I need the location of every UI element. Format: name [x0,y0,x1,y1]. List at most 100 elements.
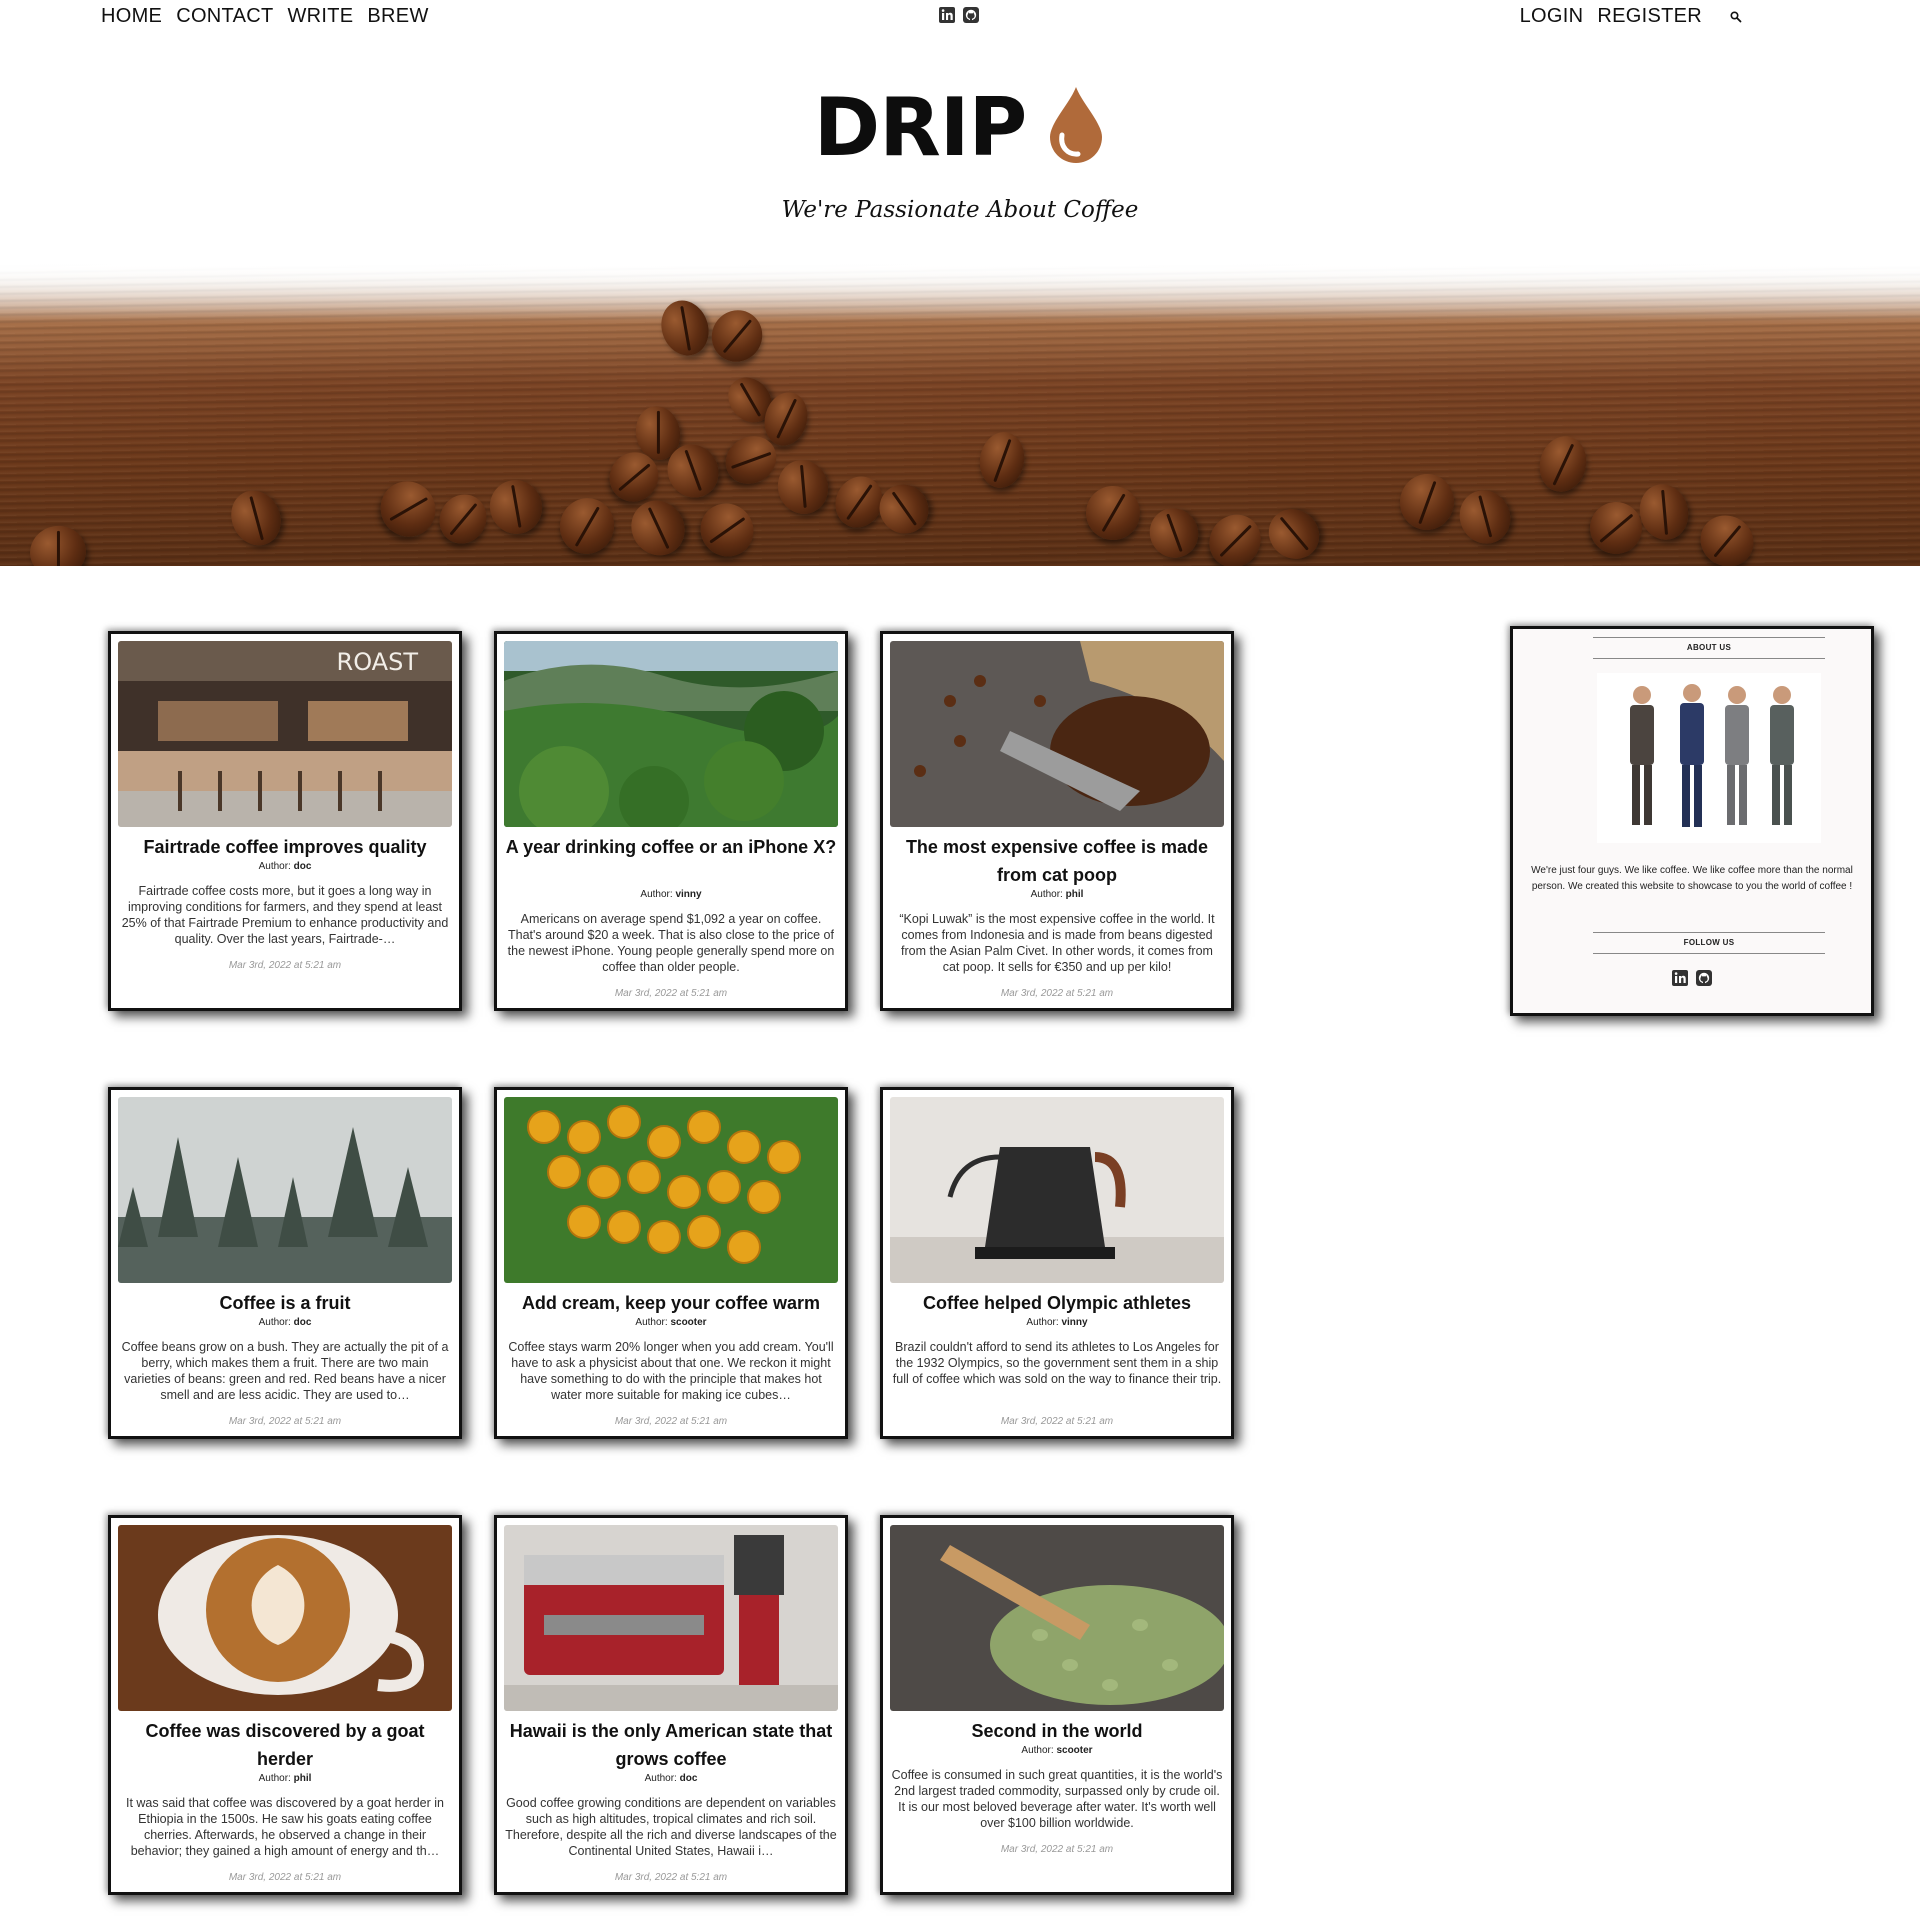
post-author: Author: phil [891,889,1223,900]
post-date: Mar 3rd, 2022 at 5:21 am [614,1872,728,1883]
site-tagline: We're Passionate About Coffee [781,197,1139,223]
author-name: phil [293,1773,312,1784]
author-name: scooter [1056,1745,1093,1756]
author-name: vinny [1061,1317,1088,1328]
post-image-coffee-plantation [504,641,838,827]
hero-fade [0,264,1920,324]
linkedin-icon[interactable] [938,6,956,24]
post-author: Author: vinny [891,1317,1223,1328]
author-label: Author: [644,1773,677,1784]
post-card[interactable]: The most expensive coffee is made from c… [880,631,1234,1011]
post-author: Author: doc [119,861,451,872]
post-image-espresso-machine [504,1525,838,1711]
post-excerpt: Fairtrade coffee costs more, but it goes… [121,884,449,946]
author-name: phil [1065,889,1084,900]
post-title[interactable]: Coffee helped Olympic athletes [891,1289,1223,1317]
author-label: Author: [258,1317,291,1328]
coffee-bean [869,474,939,544]
post-image-beans-scoop [890,641,1224,827]
linkedin-icon[interactable] [1671,969,1689,987]
search-icon[interactable] [1728,9,1744,25]
github-icon[interactable] [962,6,980,24]
top-navbar: HOME CONTACT WRITE BREW LOGIN REGISTER [0,0,1920,36]
post-image-green-beans [890,1525,1224,1711]
nav-home[interactable]: HOME [101,5,162,28]
post-title[interactable]: Coffee was discovered by a goat herder [119,1717,451,1773]
nav-contact[interactable]: CONTACT [176,5,273,28]
post-title[interactable]: Second in the world [891,1717,1223,1745]
author-label: Author: [1030,889,1063,900]
coffee-bean [1533,431,1593,497]
post-card[interactable]: Coffee was discovered by a goat herder A… [108,1515,462,1895]
nav-brew[interactable]: BREW [367,5,428,28]
post-date: Mar 3rd, 2022 at 5:21 am [228,1872,342,1883]
post-card[interactable]: Second in the world Author: scooter Coff… [880,1515,1234,1895]
author-label: Author: [640,889,673,900]
post-title[interactable]: Coffee is a fruit [119,1289,451,1317]
coffee-bean [369,470,447,548]
post-author: Author: doc [119,1317,451,1328]
author-label: Author: [258,861,291,872]
author-name: doc [293,861,312,872]
site-header: DRIP [0,81,1920,174]
post-title[interactable]: A year drinking coffee or an iPhone X? [505,833,837,861]
coffee-bean [1199,504,1271,566]
post-image-latte-art [118,1525,452,1711]
post-excerpt: Coffee is consumed in such great quantit… [891,1768,1223,1830]
coffee-bean [1140,499,1208,566]
author-name: scooter [670,1317,707,1328]
post-date: Mar 3rd, 2022 at 5:21 am [614,1416,728,1427]
post-excerpt: Brazil couldn't afford to send its athle… [892,1340,1222,1386]
post-author: Author: doc [505,1773,837,1784]
post-date: Mar 3rd, 2022 at 5:21 am [228,1416,342,1427]
coffee-bean [1691,505,1763,566]
post-card[interactable]: ROAST Fairtrade coffee improves quality … [108,631,462,1011]
coffee-bean [430,485,496,553]
author-name: vinny [675,889,702,900]
post-card[interactable]: Hawaii is the only American state that g… [494,1515,848,1895]
post-date: Mar 3rd, 2022 at 5:21 am [1000,1416,1114,1427]
post-card[interactable]: A year drinking coffee or an iPhone X? A… [494,631,848,1011]
post-excerpt: Coffee stays warm 20% longer when you ad… [508,1340,834,1402]
post-title[interactable]: Hawaii is the only American state that g… [505,1717,837,1773]
github-icon[interactable] [1695,969,1713,987]
about-team-image [1597,673,1821,843]
author-label: Author: [1021,1745,1054,1756]
coffee-bean [482,472,550,542]
author-name: doc [293,1317,312,1328]
account-nav: LOGIN REGISTER [1520,5,1744,28]
coffee-bean [1450,481,1520,553]
coffee-bean [1078,478,1148,548]
coffee-drop-icon [1046,85,1106,165]
post-author: Author: scooter [891,1745,1223,1756]
logo[interactable]: DRIP [813,81,1106,174]
nav-register[interactable]: REGISTER [1597,5,1702,28]
post-author: Author: scooter [505,1317,837,1328]
post-title[interactable]: Add cream, keep your coffee warm [505,1289,837,1317]
post-card[interactable]: Add cream, keep your coffee warm Author:… [494,1087,848,1439]
about-text: We're just four guys. We like coffee. We… [1531,865,1853,892]
post-image-coffee-cherries [504,1097,838,1283]
coffee-bean [25,521,91,566]
coffee-bean [552,490,622,562]
post-date: Mar 3rd, 2022 at 5:21 am [228,960,342,971]
coffee-bean [689,492,765,566]
nav-write[interactable]: WRITE [287,5,353,28]
author-name: doc [679,1773,698,1784]
post-excerpt: Good coffee growing conditions are depen… [505,1796,837,1858]
post-card[interactable]: Coffee helped Olympic athletes Author: v… [880,1087,1234,1439]
post-title[interactable]: Fairtrade coffee improves quality [119,833,451,861]
author-label: Author: [635,1317,668,1328]
post-card[interactable]: Coffee is a fruit Author: doc Coffee bea… [108,1087,462,1439]
author-label: Author: [1026,1317,1059,1328]
post-image-kettle [890,1097,1224,1283]
coffee-bean [975,428,1029,492]
post-title[interactable]: The most expensive coffee is made from c… [891,833,1223,889]
hero-banner-coffee-beans [0,264,1920,566]
nav-login[interactable]: LOGIN [1520,5,1584,28]
sidebar-about: ABOUT US We're just four guys. We like c… [1510,626,1874,1016]
post-excerpt: “Kopi Luwak” is the most expensive coffe… [899,912,1215,974]
coffee-bean [1633,478,1695,546]
top-social-links [938,6,980,24]
logo-text: DRIP [813,81,1027,174]
